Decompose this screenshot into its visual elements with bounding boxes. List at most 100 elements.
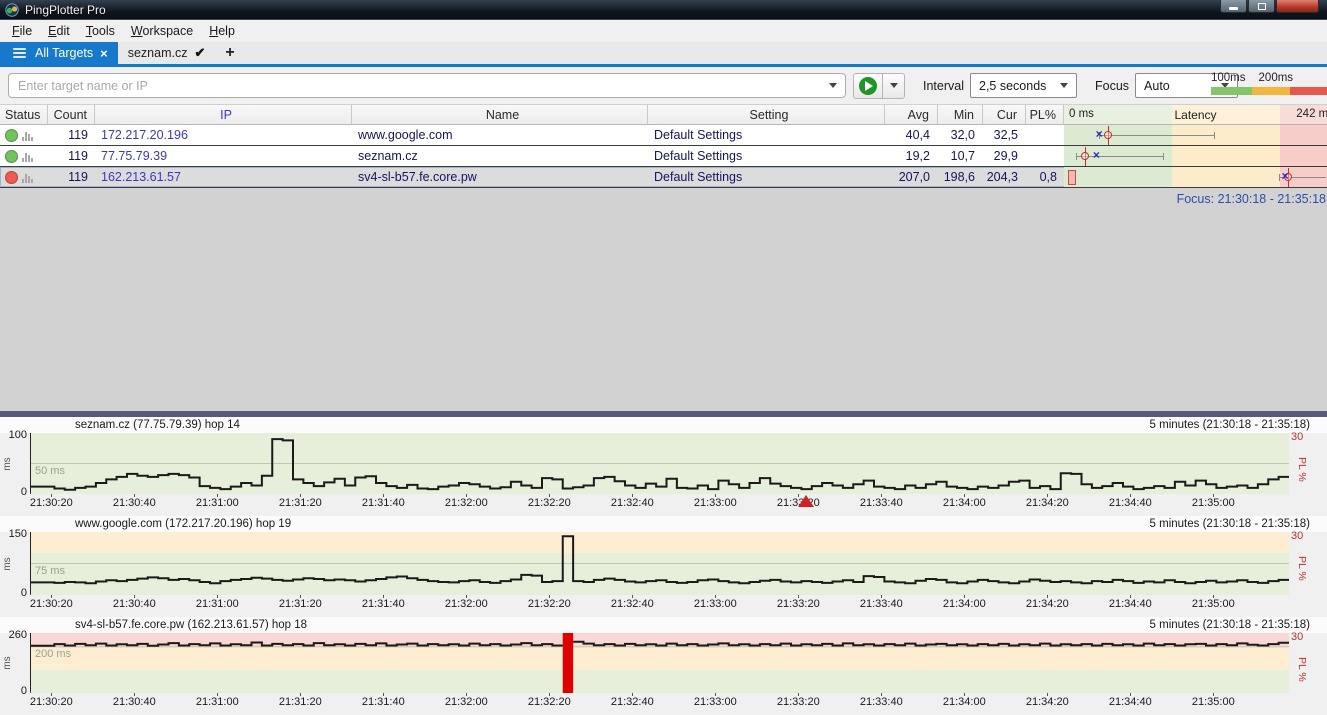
time-tick-label: 21:33:00 xyxy=(694,696,737,708)
time-tick-label: 21:30:20 xyxy=(30,598,73,610)
menu-workspace[interactable]: Workspace xyxy=(123,22,201,40)
tab-check-icon: ✔ xyxy=(194,45,205,61)
time-tick-label: 21:30:20 xyxy=(30,497,73,509)
timeline-graph-core-pw[interactable]: sv4-sl-b57.fe.core.pw (162.213.61.57) ho… xyxy=(0,617,1327,711)
interval-label: Interval xyxy=(923,79,964,93)
table-row-selected[interactable]: 119 162.213.61.57 sv4-sl-b57.fe.core.pw … xyxy=(0,167,1327,188)
time-tick-label: 21:34:20 xyxy=(1026,696,1069,708)
start-trace-button[interactable] xyxy=(853,73,883,99)
status-up-icon xyxy=(5,150,18,163)
time-tick-label: 21:31:20 xyxy=(279,696,322,708)
menu-help[interactable]: Help xyxy=(201,22,243,40)
timeline-graph-google[interactable]: www.google.com (172.217.20.196) hop 19 5… xyxy=(0,516,1327,613)
latency-title: Latency xyxy=(1064,108,1327,122)
tab-all-targets[interactable]: All Targets × xyxy=(0,42,118,64)
setting-cell[interactable]: Default Settings xyxy=(648,125,885,145)
maximize-button[interactable] xyxy=(1248,0,1275,13)
name-cell[interactable]: sv4-sl-b57.fe.core.pw xyxy=(352,167,648,187)
time-tick-label: 21:31:00 xyxy=(196,497,239,509)
tab-label: All Targets xyxy=(35,46,93,60)
status-down-icon xyxy=(5,171,18,184)
ip-link[interactable]: 77.75.79.39 xyxy=(95,146,352,166)
current-latency-marker: × xyxy=(1093,148,1100,162)
chevron-down-icon[interactable] xyxy=(829,83,837,88)
interval-select[interactable]: 2,5 seconds xyxy=(970,73,1077,98)
graph-timespan: 5 minutes (21:30:18 - 21:35:18) xyxy=(1150,518,1310,530)
pl-cell xyxy=(1026,146,1064,166)
col-pl[interactable]: PL% xyxy=(1026,105,1064,124)
time-tick-label: 21:34:40 xyxy=(1109,598,1152,610)
latency-timeline-chart xyxy=(31,633,1289,693)
ip-link[interactable]: 162.213.61.57 xyxy=(95,167,352,187)
tab-label: seznam.cz xyxy=(128,46,188,60)
pingplotter-logo-icon xyxy=(5,3,19,17)
time-tick-label: 21:35:00 xyxy=(1192,696,1235,708)
pingplotter-window: PingPlotter Pro File Edit Tools Workspac… xyxy=(0,0,1327,715)
avg-latency-marker xyxy=(1081,152,1089,160)
setting-cell[interactable]: Default Settings xyxy=(648,146,885,166)
menu-file[interactable]: File xyxy=(4,22,40,40)
col-latency[interactable]: 0 ms Latency 242 ms xyxy=(1064,105,1327,124)
col-ip[interactable]: IP xyxy=(95,105,352,124)
time-tick-label: 21:34:00 xyxy=(943,497,986,509)
time-tick-label: 21:33:00 xyxy=(694,497,737,509)
focus-range-bar: Focus: 21:30:18 - 21:35:18 xyxy=(0,188,1327,210)
min-cell: 32,0 xyxy=(938,125,983,145)
close-button[interactable] xyxy=(1276,0,1319,13)
title-bar[interactable]: PingPlotter Pro xyxy=(0,0,1327,20)
latency-max-label: 242 ms xyxy=(1296,108,1327,120)
tab-close-icon[interactable]: × xyxy=(100,46,108,61)
min-max-whisker xyxy=(1099,135,1215,136)
latency-plot[interactable]: 200 ms xyxy=(30,633,1288,693)
graph-timespan: 5 minutes (21:30:18 - 21:35:18) xyxy=(1150,419,1310,431)
ip-link[interactable]: 172.217.20.196 xyxy=(95,125,352,145)
time-axis: 21:30:2021:30:4021:31:0021:31:2021:31:40… xyxy=(30,494,1288,512)
count-cell: 119 xyxy=(48,125,95,145)
col-status[interactable]: Status xyxy=(0,105,48,124)
col-avg[interactable]: Avg xyxy=(885,105,938,124)
col-setting[interactable]: Setting xyxy=(648,105,885,124)
time-tick-label: 21:32:20 xyxy=(528,696,571,708)
col-count[interactable]: Count xyxy=(48,105,95,124)
table-row[interactable]: 119 172.217.20.196 www.google.com Defaul… xyxy=(0,125,1327,146)
time-tick-label: 21:30:40 xyxy=(113,598,156,610)
target-combobox[interactable] xyxy=(8,73,846,98)
empty-workspace-area xyxy=(0,210,1327,411)
time-tick-label: 21:32:00 xyxy=(445,497,488,509)
cur-cell: 204,3 xyxy=(983,167,1026,187)
packet-loss-bar xyxy=(1068,170,1076,185)
hamburger-icon[interactable] xyxy=(13,48,26,58)
count-cell: 119 xyxy=(48,167,95,187)
mini-graph-icon xyxy=(22,151,33,162)
col-name[interactable]: Name xyxy=(352,105,648,124)
menu-edit[interactable]: Edit xyxy=(40,22,78,40)
menu-tools[interactable]: Tools xyxy=(78,22,123,40)
toolbar: Interval 2,5 seconds Focus Auto 100ms 20… xyxy=(0,67,1327,104)
tab-seznam[interactable]: seznam.cz ✔ xyxy=(118,42,216,64)
time-tick-label: 21:31:20 xyxy=(279,497,322,509)
chevron-down-icon xyxy=(1060,83,1068,88)
time-tick-label: 21:30:40 xyxy=(113,497,156,509)
col-min[interactable]: Min xyxy=(938,105,983,124)
time-tick-label: 21:33:00 xyxy=(694,598,737,610)
timeline-graph-seznam[interactable]: seznam.cz (77.75.79.39) hop 14 5 minutes… xyxy=(0,417,1327,512)
timeline-graphs-pane: seznam.cz (77.75.79.39) hop 14 5 minutes… xyxy=(0,417,1327,715)
time-tick-label: 21:32:20 xyxy=(528,598,571,610)
latency-plot[interactable]: 50 ms xyxy=(30,433,1288,494)
min-cell: 10,7 xyxy=(938,146,983,166)
name-cell[interactable]: seznam.cz xyxy=(352,146,648,166)
setting-cell[interactable]: Default Settings xyxy=(648,167,885,187)
focus-range-text: Focus: 21:30:18 - 21:35:18 xyxy=(1177,192,1326,206)
time-tick-label: 21:31:40 xyxy=(362,598,405,610)
target-input[interactable] xyxy=(8,73,846,98)
new-tab-button[interactable]: + xyxy=(215,42,244,64)
start-options-dropdown[interactable] xyxy=(883,73,905,99)
threshold-label: 50 ms xyxy=(35,465,65,477)
table-row[interactable]: 119 77.75.79.39 seznam.cz Default Settin… xyxy=(0,146,1327,167)
col-cur[interactable]: Cur xyxy=(983,105,1026,124)
cur-cell: 32,5 xyxy=(983,125,1026,145)
minimize-button[interactable] xyxy=(1220,0,1247,13)
time-tick-label: 21:34:40 xyxy=(1109,497,1152,509)
latency-plot[interactable]: 75 ms xyxy=(30,532,1288,595)
name-cell[interactable]: www.google.com xyxy=(352,125,648,145)
